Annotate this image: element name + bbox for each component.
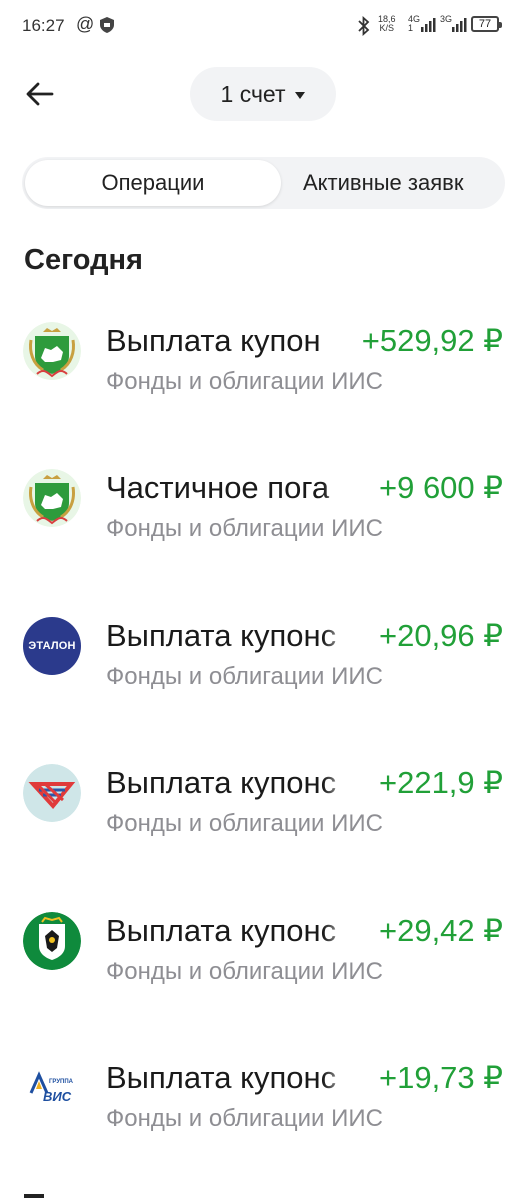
novosibirsk-region-crest-icon [23,912,81,970]
etalon-logo-icon: ЭТАЛОН [23,617,81,675]
operation-subtitle: Фонды и облигации ИИС [106,368,383,395]
operation-amount: +9 600 ₽ [378,470,503,505]
operation-subtitle: Фонды и облигации ИИС [106,958,383,985]
network-1-sub: 1 [408,23,414,33]
operation-item[interactable]: Выплата купонс +221,9 ₽ Фонды и облигаци… [0,758,527,868]
arrow-left-icon [26,82,54,106]
operation-title: Выплата купонс [106,910,353,954]
operation-title: Частичное пога [106,467,353,511]
operation-title: Выплата купонс [106,1057,353,1101]
network-type-1: 4G 1 [408,15,420,33]
signal-icon-2 [452,18,467,32]
vis-logo-text: ВИС [43,1089,72,1104]
operation-subtitle: Фонды и облигации ИИС [106,515,383,542]
tomsk-region-crest-icon [23,469,81,527]
red-arrows-logo-icon [23,764,81,822]
account-selector[interactable]: 1 счет [190,67,336,121]
operation-subtitle: Фонды и облигации ИИС [106,1105,383,1132]
account-selector-label: 1 счет [220,80,286,107]
etalon-logo-text: ЭТАЛОН [28,640,76,652]
operation-amount: +20,96 ₽ [378,618,503,653]
operation-amount: +29,42 ₽ [378,913,503,948]
operation-item[interactable]: Выплата купонс +29,42 ₽ Фонды и облигаци… [0,906,527,1016]
operation-item[interactable]: ЭТАЛОН Выплата купонс +20,96 ₽ Фонды и о… [0,611,527,721]
tomsk-region-crest-icon [23,322,81,380]
operation-amount: +221,9 ₽ [378,765,503,800]
vis-logo-subtext: ГРУППА [49,1079,74,1085]
tab-active-requests[interactable]: Активные заявк [284,157,505,209]
operation-amount: +19,73 ₽ [378,1060,503,1095]
bluetooth-icon [358,16,370,36]
section-title-today: Сегодня [24,244,143,276]
operation-title: Выплата купон [106,320,353,364]
segmented-tabs: Операции Активные заявк [22,157,505,209]
next-section-title-peek [24,1186,46,1200]
operation-title: Выплата купонс [106,762,353,806]
caret-down-icon [295,91,306,99]
operation-subtitle: Фонды и облигации ИИС [106,663,383,690]
battery-icon: 77 [471,16,502,32]
operation-subtitle: Фонды и облигации ИИС [106,810,383,837]
operation-title: Выплата купонс [106,615,353,659]
signal-icon [421,18,436,32]
network-speed: 18,6 K/S [378,15,396,33]
shield-icon [100,17,114,33]
operation-item[interactable]: Частичное пога +9 600 ₽ Фонды и облигаци… [0,463,527,573]
tab-operations[interactable]: Операции [25,160,281,206]
back-button[interactable] [22,76,58,112]
vis-group-logo-icon: ГРУППА ВИС [23,1059,81,1117]
operation-item[interactable]: Выплата купон +529,92 ₽ Фонды и облигаци… [0,316,527,426]
operation-amount: +529,92 ₽ [361,323,503,358]
at-icon: @ [76,14,95,34]
status-time: 16:27 [22,16,65,35]
speed-unit: K/S [379,23,395,33]
status-bar: 16:27 @ 18,6 K/S 4G 1 3G 77 [0,0,527,52]
operation-item[interactable]: ГРУППА ВИС Выплата купонс +19,73 ₽ Фонды… [0,1053,527,1163]
